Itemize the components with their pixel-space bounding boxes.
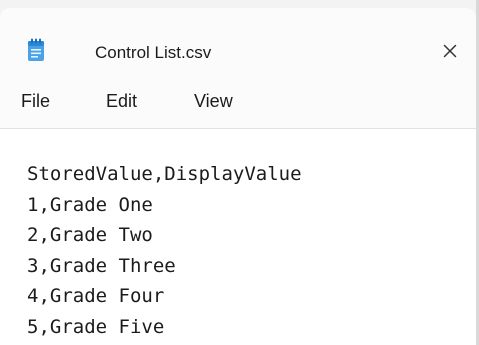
document-tab[interactable]: Control List.csv xyxy=(0,8,476,74)
notepad-file-icon xyxy=(27,38,45,62)
editor-lines: StoredValue,DisplayValue 1,Grade One 2,G… xyxy=(27,159,302,343)
menu-item-view[interactable]: View xyxy=(194,91,233,112)
close-tab-button[interactable] xyxy=(437,38,463,64)
menu-bar: File Edit View xyxy=(0,74,476,129)
menu-item-edit[interactable]: Edit xyxy=(106,91,137,112)
tab-title: Control List.csv xyxy=(95,43,212,62)
editor-line: 1,Grade One xyxy=(27,193,153,216)
title-bar: Control List.csv xyxy=(0,0,479,74)
editor-line: StoredValue,DisplayValue xyxy=(27,163,302,185)
editor-line: 4,Grade Four xyxy=(27,285,165,308)
editor-line: 3,Grade Three xyxy=(27,254,176,277)
text-editor[interactable]: StoredValue,DisplayValue 1,Grade One 2,G… xyxy=(0,129,476,345)
menu-item-file[interactable]: File xyxy=(21,91,50,112)
close-icon xyxy=(443,44,457,58)
editor-line: 5,Grade Five xyxy=(27,315,165,338)
editor-line: 2,Grade Two xyxy=(27,224,153,247)
